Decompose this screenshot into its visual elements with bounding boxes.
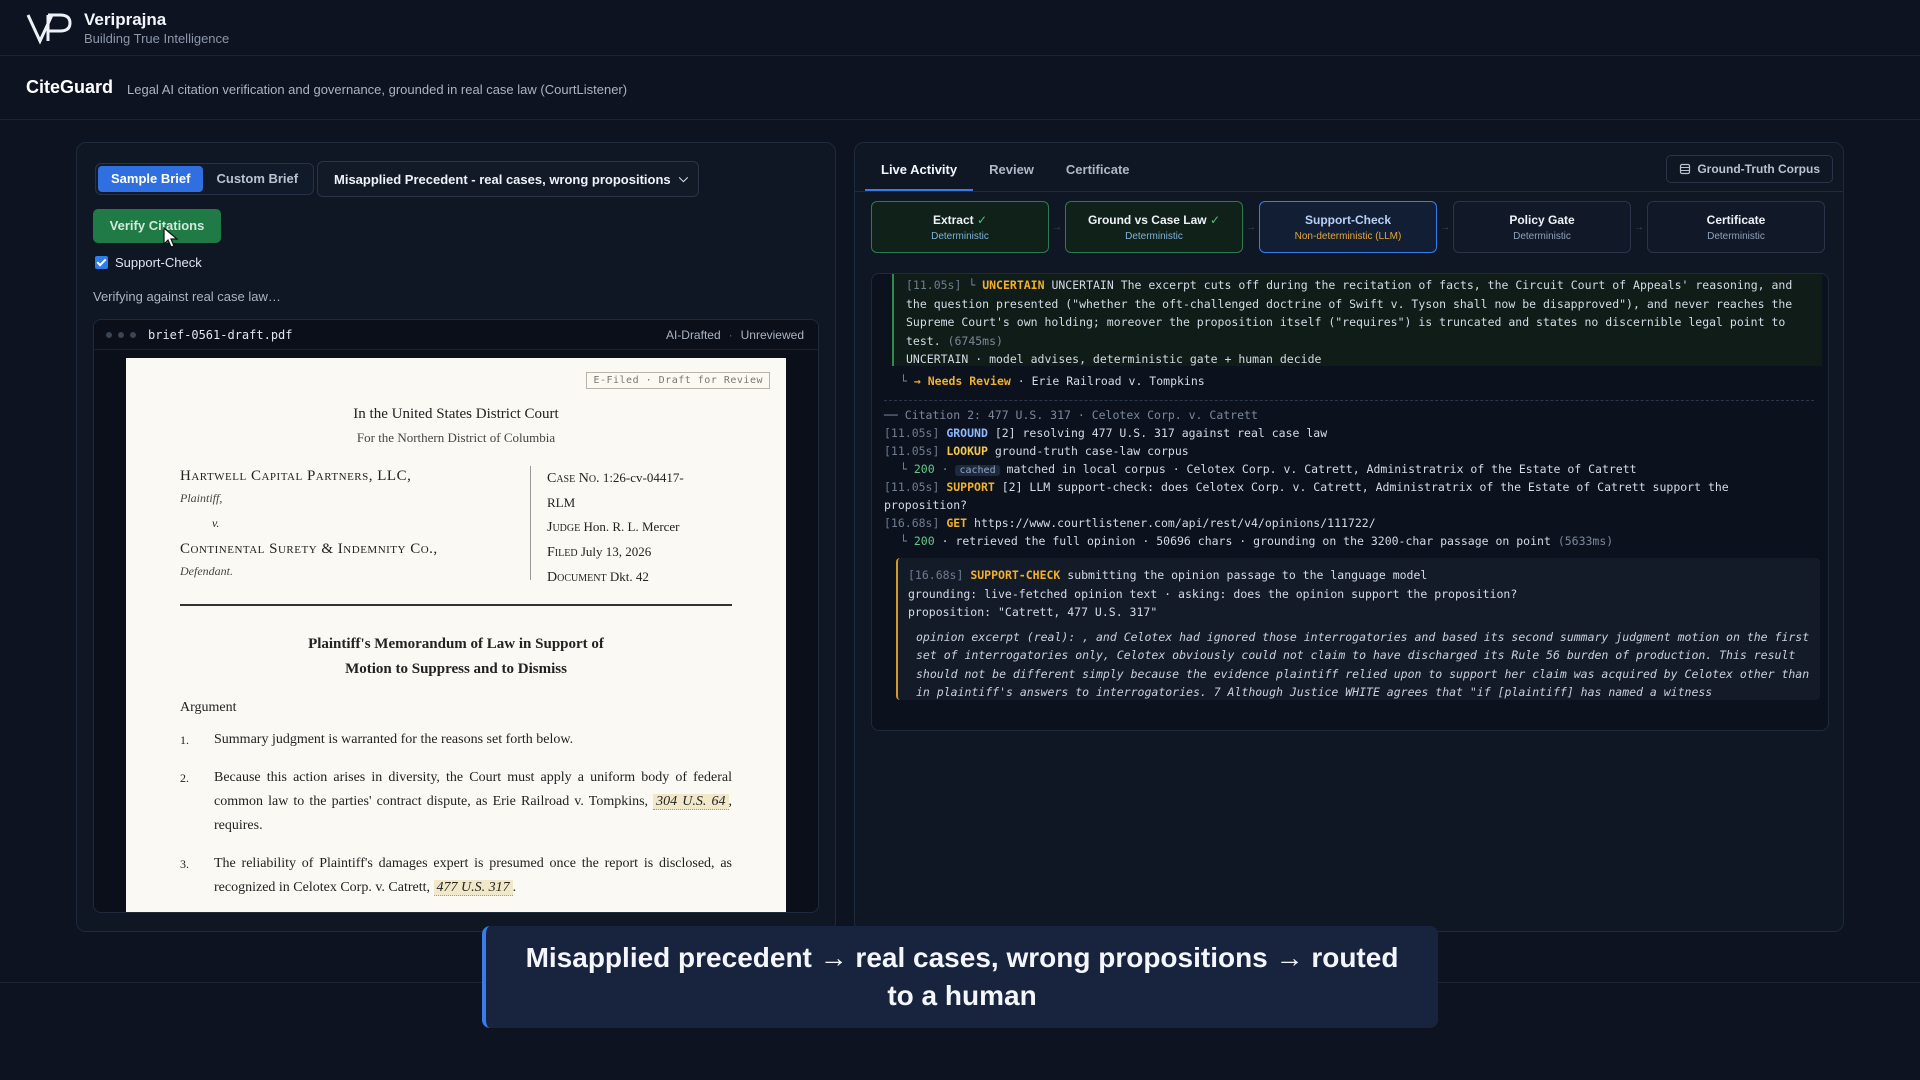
citation-header: ── Citation 2: 477 U.S. 317 · Celotex Co… xyxy=(884,408,1258,422)
support-check-label: Support-Check xyxy=(115,255,202,270)
brand-name: Veriprajna xyxy=(84,9,167,29)
document-toolbar: brief-0561-draft.pdf AI-Drafted · Unrevi… xyxy=(94,320,818,350)
stage-certificate: Certificate Deterministic xyxy=(1647,201,1825,253)
court-district: For the Northern District of Columbia xyxy=(356,430,556,445)
activity-tabs: Live Activity Review Certificate xyxy=(865,151,1146,191)
stage-policy-gate: Policy Gate Deterministic xyxy=(1453,201,1631,253)
brief-page: E-Filed · Draft for Review In the United… xyxy=(126,358,786,912)
log-line: [11.05s] SUPPORT [2] LLM support-check: … xyxy=(884,480,1729,494)
verify-citations-button[interactable]: Verify Citations xyxy=(93,209,221,243)
custom-brief-button[interactable]: Custom Brief xyxy=(203,166,311,192)
tab-review[interactable]: Review xyxy=(973,151,1050,191)
divider xyxy=(884,400,1814,401)
court-name: In the United States District Court xyxy=(353,406,559,422)
defendant-role: Defendant. xyxy=(180,564,233,578)
checkmark-icon: ✓ xyxy=(1209,212,1221,227)
database-icon xyxy=(1680,163,1691,175)
window-dot-icon xyxy=(118,331,124,338)
case-number: 1:26-cv-04417- xyxy=(602,470,684,485)
app-subtitle: Legal AI citation verification and gover… xyxy=(127,81,628,97)
chevron-down-icon: ⌵ xyxy=(678,171,688,185)
activity-panel: Live Activity Review Certificate Ground-… xyxy=(854,142,1844,932)
activity-log[interactable]: [11.05s] └ UNCERTAIN UNCERTAIN The excer… xyxy=(871,273,1829,731)
log-line: └ 200 · retrieved the full opinion · 506… xyxy=(900,534,1614,548)
unreviewed-tag: Unreviewed xyxy=(740,327,804,342)
log-line: [11.05s] GROUND [2] resolving 477 U.S. 3… xyxy=(884,426,1328,440)
sample-brief-button[interactable]: Sample Brief xyxy=(98,166,204,192)
tab-certificate[interactable]: Certificate xyxy=(1050,151,1146,191)
document-filename: brief-0561-draft.pdf xyxy=(148,327,293,342)
document-viewer: brief-0561-draft.pdf AI-Drafted · Unrevi… xyxy=(93,319,819,913)
brand-tagline: Building True Intelligence xyxy=(84,30,230,46)
stage-extract: Extract ✓ Deterministic xyxy=(871,201,1049,253)
needs-review-line: └ → Needs Review · Erie Railroad v. Tomp… xyxy=(900,374,1205,388)
citation-highlight[interactable]: 304 U.S. 64 xyxy=(653,794,729,810)
support-check-toggle[interactable]: Support-Check xyxy=(95,255,202,270)
document-title: Plaintiff's Memorandum of Law in Support… xyxy=(308,636,604,677)
ai-drafted-tag: AI-Drafted xyxy=(665,327,721,342)
app-header: CiteGuard Legal AI citation verification… xyxy=(0,56,1920,120)
cached-badge: cached xyxy=(955,465,1000,476)
log-line: [11.05s] LOOKUP ground-truth case-law co… xyxy=(884,444,1189,458)
veriprajna-logo xyxy=(26,10,74,46)
window-dot-icon xyxy=(130,331,136,338)
citation-highlight[interactable]: 477 U.S. 317 xyxy=(433,880,513,896)
plaintiff-name: Hartwell Capital Partners, LLC, xyxy=(180,468,412,484)
scenario-select[interactable]: Misapplied Precedent - real cases, wrong… xyxy=(317,161,699,197)
brief-panel: Sample Brief Custom Brief Misapplied Pre… xyxy=(76,142,836,932)
case-caption-details: Case No. 1:26-cv-04417- RLM Judge Hon. R… xyxy=(530,466,684,585)
scenario-value: Misapplied Precedent - real cases, wrong… xyxy=(334,171,671,187)
mouse-cursor-icon xyxy=(163,227,179,248)
uncertain-result-block: [11.05s] └ UNCERTAIN UNCERTAIN The excer… xyxy=(892,274,1822,366)
defendant-name: Continental Surety & Indemnity Co., xyxy=(180,541,438,557)
log-line: └ 200 · cached matched in local corpus ·… xyxy=(900,462,1637,476)
efiled-stamp: E-Filed · Draft for Review xyxy=(586,372,770,389)
brief-mode-toggle: Sample Brief Custom Brief xyxy=(95,163,315,195)
caption-overlay: Misapplied precedent → real cases, wrong… xyxy=(482,926,1438,1028)
tab-live-activity[interactable]: Live Activity xyxy=(865,151,974,191)
plaintiff-role: Plaintiff, xyxy=(180,491,223,505)
checkmark-icon: ✓ xyxy=(976,212,988,227)
pipeline-stages: Extract ✓ Deterministic → Ground vs Case… xyxy=(871,201,1829,253)
stage-support-check: Support-Check Non-deterministic (LLM) xyxy=(1259,201,1437,253)
caption-text: Misapplied precedent → real cases, wrong… xyxy=(525,942,1399,1011)
support-check-checkbox[interactable] xyxy=(95,256,108,269)
argument-item: 3. The reliability of Plaintiff's damage… xyxy=(180,856,732,896)
argument-heading: Argument xyxy=(180,700,237,715)
judge-name: Hon. R. L. Mercer xyxy=(583,519,680,534)
divider xyxy=(180,604,732,606)
case-caption-parties: Hartwell Capital Partners, LLC, Plaintif… xyxy=(180,468,530,579)
arrow-right-icon: → xyxy=(1440,221,1450,233)
arrow-right-icon: → xyxy=(1634,221,1644,233)
app-title: CiteGuard xyxy=(26,77,114,97)
arrow-right-icon: → xyxy=(1246,221,1256,233)
support-check-block: [16.68s] SUPPORT-CHECK submitting the op… xyxy=(896,558,1820,700)
filed-date: July 13, 2026 xyxy=(580,544,652,559)
opinion-excerpt: opinion excerpt (real): , and Celotex ha… xyxy=(916,629,1810,700)
argument-item: 2. Because this action arises in diversi… xyxy=(180,770,732,833)
verification-status: Verifying against real case law… xyxy=(93,289,281,304)
window-dot-icon xyxy=(106,331,112,338)
versus: v. xyxy=(212,516,220,530)
brand-bar: Veriprajna Building True Intelligence xyxy=(0,0,1920,56)
log-line: proposition? xyxy=(884,498,968,512)
docket-number: Dkt. 42 xyxy=(609,569,649,584)
arrow-right-icon: → xyxy=(1052,221,1062,233)
argument-item: 1. Summary judgment is warranted for the… xyxy=(180,732,574,747)
ground-truth-corpus-button[interactable]: Ground-Truth Corpus xyxy=(1666,155,1833,183)
stage-ground-vs-case-law: Ground vs Case Law ✓ Deterministic xyxy=(1065,201,1243,253)
log-line: [16.68s] GET https://www.courtlistener.c… xyxy=(884,516,1376,530)
